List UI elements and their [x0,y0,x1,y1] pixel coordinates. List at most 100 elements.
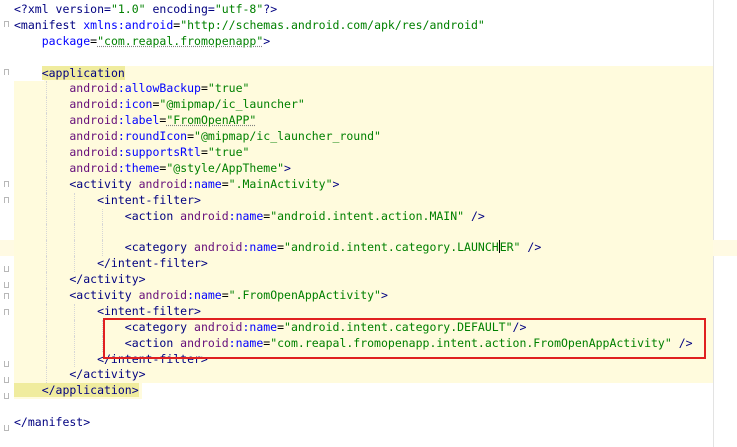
code-token: ?> [263,2,278,16]
code-token: = [200,145,208,160]
code-line[interactable]: </intent-filter> [0,256,737,273]
code-token: "@mipmap/ic_launcher" [159,97,305,112]
code-token: = [200,81,208,96]
code-line[interactable]: </application> [0,383,737,400]
code-line-text: </activity> [14,272,146,288]
code-token: = [221,176,229,191]
code-line[interactable]: android:roundIcon="@mipmap/ic_launcher_r… [0,129,737,146]
code-token: :supportsRtl [117,145,201,160]
code-token: <activity [14,176,139,191]
code-line[interactable]: <activity android:name=".MainActivity"> [0,176,737,193]
code-token: "android.intent.category.LAUNCHER" [284,240,521,255]
code-token: :allowBackup [117,81,201,96]
code-token: package [14,33,91,48]
code-token: "FromOpenAPP" [166,113,257,128]
code-line[interactable]: <?xml version="1.0" encoding="utf-8"?> [0,2,737,18]
code-token: xmlns:android [83,17,174,32]
code-line-text: </activity> [14,367,146,383]
code-line[interactable]: android:theme="@style/AppTheme"> [0,160,737,177]
code-line-text: <action android:name="android.intent.act… [14,209,485,225]
code-line[interactable]: android:allowBackup="true" [0,81,737,98]
code-line[interactable]: android:label="FromOpenAPP" [0,113,737,130]
code-token: = [277,240,285,255]
code-line[interactable]: <category android:name="android.intent.c… [0,240,737,257]
code-token: "http://schemas.android.com/apk/res/andr… [180,17,485,32]
code-token: :theme [117,160,160,175]
code-token: android [14,129,118,144]
code-line-text: <application [14,65,125,82]
code-token: /> [520,240,542,255]
code-editor[interactable]: <?xml version="1.0" encoding="utf-8"?> <m… [0,2,737,431]
code-token: :name [187,176,222,191]
code-line-text: android:allowBackup="true" [14,81,249,97]
code-line-text: android:supportsRtl="true" [14,145,249,161]
code-token: </intent-filter> [14,256,208,271]
code-line[interactable] [0,399,737,415]
code-line-text: android:theme="@style/AppTheme"> [14,161,291,177]
code-line[interactable]: <application [0,65,737,82]
code-line-text: package="com.reapal.fromopenapp"> [14,33,271,50]
code-token: ".MainActivity" [228,176,333,191]
code-token: "@mipmap/ic_launcher_round" [194,129,381,144]
code-line[interactable]: package="com.reapal.fromopenapp"> [0,34,737,50]
code-token: <intent-filter> [14,303,201,318]
code-line[interactable]: </manifest> [0,415,737,431]
code-line[interactable]: <action android:name="android.intent.act… [0,208,737,225]
code-token: android [14,145,118,160]
code-line-text: <intent-filter> [14,193,201,209]
code-token: > [263,33,271,48]
code-line[interactable]: </activity> [0,272,737,289]
code-token: <activity [14,288,139,303]
code-token: :name [242,240,278,255]
code-token: "true" [207,145,250,160]
code-token: "utf-8" [214,2,264,16]
code-token: <intent-filter> [14,192,201,207]
code-token: </activity> [14,367,146,382]
code-token: :name [228,208,264,223]
code-line[interactable]: <intent-filter> [0,192,737,209]
code-line-text: android:label="FromOpenAPP" [14,113,256,129]
code-line-text: android:icon="@mipmap/ic_launcher" [14,97,305,113]
code-token: android [14,81,118,96]
code-line-text: android:roundIcon="@mipmap/ic_launcher_r… [14,129,381,145]
code-line-text: <?xml version="1.0" encoding="utf-8"?> [14,2,277,18]
code-line[interactable]: android:icon="@mipmap/ic_launcher" [0,97,737,114]
code-token: /> [464,208,485,223]
code-token: > [284,160,291,175]
code-line-text: </application> [14,383,139,399]
code-token: > [380,288,388,303]
code-token: "1.0" [110,2,146,16]
code-token: "@style/AppTheme" [166,160,285,175]
code-token: <category [14,240,195,255]
code-line[interactable]: <activity android:name=".FromOpenAppActi… [0,288,737,304]
code-token: = [187,129,195,144]
code-line[interactable] [0,50,737,66]
code-token: android [138,176,188,191]
code-line[interactable]: <manifest xmlns:android="http://schemas.… [0,18,737,34]
code-line[interactable]: </activity> [0,367,737,384]
code-token: </manifest> [14,415,91,430]
code-line-text: <activity android:name=".FromOpenAppActi… [14,288,388,304]
code-token: <?xml version= [14,2,111,16]
code-token: android [180,208,229,223]
code-token: android [138,288,188,303]
code-token: > [332,176,340,191]
code-line[interactable]: android:supportsRtl="true" [0,145,737,161]
code-token: </activity> [14,272,146,287]
code-token: <manifest [14,17,84,32]
code-line-text: <manifest xmlns:android="http://schemas.… [14,18,485,34]
code-token: :label [117,113,160,128]
code-line-text: </manifest> [14,415,90,431]
code-token: "com.reapal.fromopenapp" [97,33,264,48]
code-token: :icon [117,97,153,112]
code-line-text: <category android:name="android.intent.c… [14,240,541,256]
code-token: ".FromOpenAppActivity" [228,288,381,303]
code-line[interactable] [0,224,737,241]
code-line-text: </intent-filter> [14,256,208,272]
code-token: android [14,97,118,112]
code-token: </application> [14,383,139,398]
annotation-highlight-box [103,318,706,359]
text-cursor [498,240,500,254]
code-token: encoding= [145,2,215,16]
